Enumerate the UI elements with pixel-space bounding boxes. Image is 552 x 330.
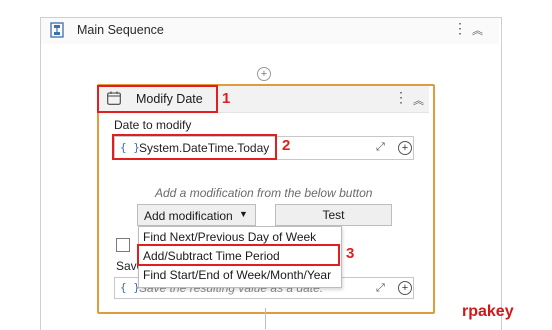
checkbox[interactable] <box>116 238 130 252</box>
add-variable-icon[interactable]: + <box>398 141 412 155</box>
annotation-box-3 <box>137 244 340 266</box>
sequence-more-icon[interactable]: ⋮ <box>453 20 467 37</box>
save-expand-editor-icon[interactable]: ⤢ <box>376 282 385 295</box>
date-to-modify-label: Date to modify <box>114 118 192 132</box>
brand-watermark: rpakey <box>462 303 514 320</box>
add-modification-label: Add modification <box>144 209 233 223</box>
annotation-number-2: 2 <box>282 137 291 154</box>
annotation-number-3: 3 <box>346 245 355 262</box>
activity-collapse-icon[interactable]: ︽ <box>413 92 424 108</box>
menu-item-find-start-end[interactable]: Find Start/End of Week/Month/Year <box>143 268 331 282</box>
chevron-down-icon: ▼ <box>239 209 248 219</box>
annotation-number-1: 1 <box>222 90 231 107</box>
annotation-box-1 <box>97 85 218 113</box>
connector-line <box>265 308 266 329</box>
sequence-title: Main Sequence <box>77 23 164 37</box>
annotation-box-2 <box>112 134 277 160</box>
add-modification-button[interactable]: Add modification ▼ <box>137 204 256 226</box>
menu-item-find-next-previous[interactable]: Find Next/Previous Day of Week <box>143 230 316 244</box>
sequence-collapse-icon[interactable]: ︽ <box>472 22 483 38</box>
save-brace-icon[interactable]: { } <box>120 281 140 294</box>
modification-hint: Add a modification from the below button <box>155 186 373 200</box>
activity-more-icon[interactable]: ⋮ <box>394 89 408 106</box>
expand-editor-icon[interactable]: ⤢ <box>376 141 385 154</box>
add-activity-icon[interactable]: + <box>257 67 271 81</box>
sequence-icon <box>50 22 64 38</box>
test-button[interactable]: Test <box>275 204 392 226</box>
save-add-variable-icon[interactable]: + <box>398 281 412 295</box>
